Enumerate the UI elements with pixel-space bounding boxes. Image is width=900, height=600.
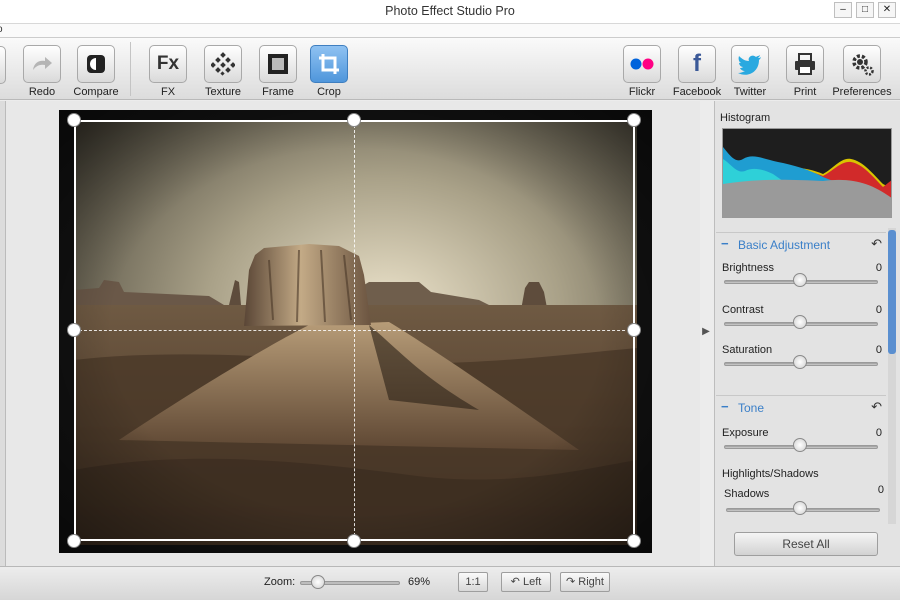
histogram (722, 128, 892, 218)
fx-icon: Fx (149, 45, 187, 83)
redo-label: Redo (28, 86, 56, 98)
rotate-right-icon: ↷ (566, 576, 576, 588)
section-title: Basic Adjustment (738, 238, 831, 252)
crop-handle-bottom-right[interactable] (627, 534, 641, 548)
crop-handle-left[interactable] (67, 323, 81, 337)
section-basic-adjustment[interactable]: − Basic Adjustment ↶ (716, 232, 886, 254)
twitter-icon (731, 45, 769, 83)
exposure-slider-thumb[interactable] (793, 438, 807, 452)
zoom-label: Zoom: (264, 576, 296, 588)
crop-handle-top-right[interactable] (627, 113, 641, 127)
left-panel-edge (0, 101, 6, 566)
compare-button[interactable]: Compare (68, 42, 124, 98)
toolbar: Redo Compare Fx FX Texture Frame Crop Fl… (0, 38, 900, 100)
flickr-button[interactable]: Flickr (614, 42, 670, 98)
param-value: 0 (875, 344, 882, 356)
maximize-button[interactable]: □ (856, 2, 874, 18)
rotate-right-label: Right (578, 576, 604, 588)
shadows-slider-thumb[interactable] (793, 501, 807, 515)
frame-button[interactable]: Frame (250, 42, 306, 98)
print-icon (786, 45, 824, 83)
param-label: Brightness (722, 262, 774, 274)
rotate-right-button[interactable]: ↷ Right (560, 572, 610, 592)
crop-guide-horizontal (74, 330, 635, 331)
saturation-slider-thumb[interactable] (793, 355, 807, 369)
compare-label: Compare (73, 86, 119, 98)
minimize-button[interactable]: – (834, 2, 852, 18)
collapse-minus-icon[interactable]: − (721, 399, 729, 414)
highlights-shadows-heading: Highlights/Shadows (722, 468, 819, 480)
param-label: Saturation (722, 344, 773, 356)
one-to-one-button[interactable]: 1:1 (458, 572, 488, 592)
fx-glyph: Fx (156, 53, 180, 74)
preferences-button[interactable]: Preferences (832, 42, 892, 98)
crop-handle-bottom-left[interactable] (67, 534, 81, 548)
print-button[interactable]: Print (777, 42, 833, 98)
crop-label: Crop (317, 86, 341, 98)
crop-handle-top-left[interactable] (67, 113, 81, 127)
redo-icon (23, 45, 61, 83)
rotate-left-icon: ↶ (510, 576, 520, 588)
photo-canvas[interactable] (59, 110, 652, 553)
crop-icon (310, 45, 348, 83)
crop-handle-right[interactable] (627, 323, 641, 337)
reset-undo-icon[interactable]: ↶ (871, 236, 882, 252)
param-value: 0 (875, 427, 882, 439)
section-tone[interactable]: − Tone ↶ (716, 395, 886, 417)
brightness-slider-thumb[interactable] (793, 273, 807, 287)
facebook-glyph: f (693, 50, 701, 77)
param-label: Shadows (724, 488, 770, 500)
param-value: 0 (877, 484, 884, 496)
param-value: 0 (875, 262, 882, 274)
redo-button[interactable]: Redo (14, 42, 70, 98)
contrast-slider-thumb[interactable] (793, 315, 807, 329)
zoom-slider-thumb[interactable] (311, 575, 325, 589)
status-bar (0, 566, 900, 600)
print-label: Print (793, 86, 817, 98)
close-button[interactable]: ✕ (878, 2, 896, 18)
panel-collapse-arrow-icon[interactable]: ▶ (700, 326, 712, 340)
twitter-button[interactable]: Twitter (722, 42, 778, 98)
collapse-minus-icon[interactable]: − (721, 236, 729, 251)
window-controls: – □ ✕ (834, 2, 896, 18)
preferences-label: Preferences (832, 86, 892, 98)
flickr-icon (623, 45, 661, 83)
flickr-label: Flickr (628, 86, 656, 98)
zoom-value: 69% (408, 576, 431, 588)
fx-button[interactable]: Fx FX (140, 42, 196, 98)
param-label: Contrast (722, 304, 764, 316)
frame-icon (259, 45, 297, 83)
frame-label: Frame (262, 86, 294, 98)
crop-handle-top[interactable] (347, 113, 361, 127)
panel-scrollbar-thumb[interactable] (888, 230, 896, 354)
texture-button[interactable]: Texture (195, 42, 251, 98)
menu-item-fragment[interactable]: o (0, 24, 3, 35)
histogram-label: Histogram (720, 112, 771, 124)
reset-all-button[interactable]: Reset All (734, 532, 878, 556)
reset-undo-icon[interactable]: ↶ (871, 399, 882, 415)
toolbar-separator (130, 42, 131, 96)
menu-bar: o (0, 24, 900, 38)
texture-icon (204, 45, 242, 83)
fx-label: FX (160, 86, 176, 98)
undo-button-partial[interactable] (0, 46, 6, 84)
param-value: 0 (875, 304, 882, 316)
compare-icon (77, 45, 115, 83)
gear-icon (843, 45, 881, 83)
rotate-left-button[interactable]: ↶ Left (501, 572, 551, 592)
window-title: Photo Effect Studio Pro (385, 4, 515, 18)
param-label: Exposure (722, 427, 769, 439)
facebook-label: Facebook (672, 86, 722, 98)
facebook-icon: f (678, 45, 716, 83)
twitter-label: Twitter (733, 86, 767, 98)
crop-button[interactable]: Crop (301, 42, 357, 98)
facebook-button[interactable]: f Facebook (669, 42, 725, 98)
title-bar: Photo Effect Studio Pro – □ ✕ (0, 0, 900, 24)
section-title: Tone (738, 401, 765, 415)
crop-handle-bottom[interactable] (347, 534, 361, 548)
rotate-left-label: Left (522, 576, 542, 588)
texture-label: Texture (204, 86, 242, 98)
